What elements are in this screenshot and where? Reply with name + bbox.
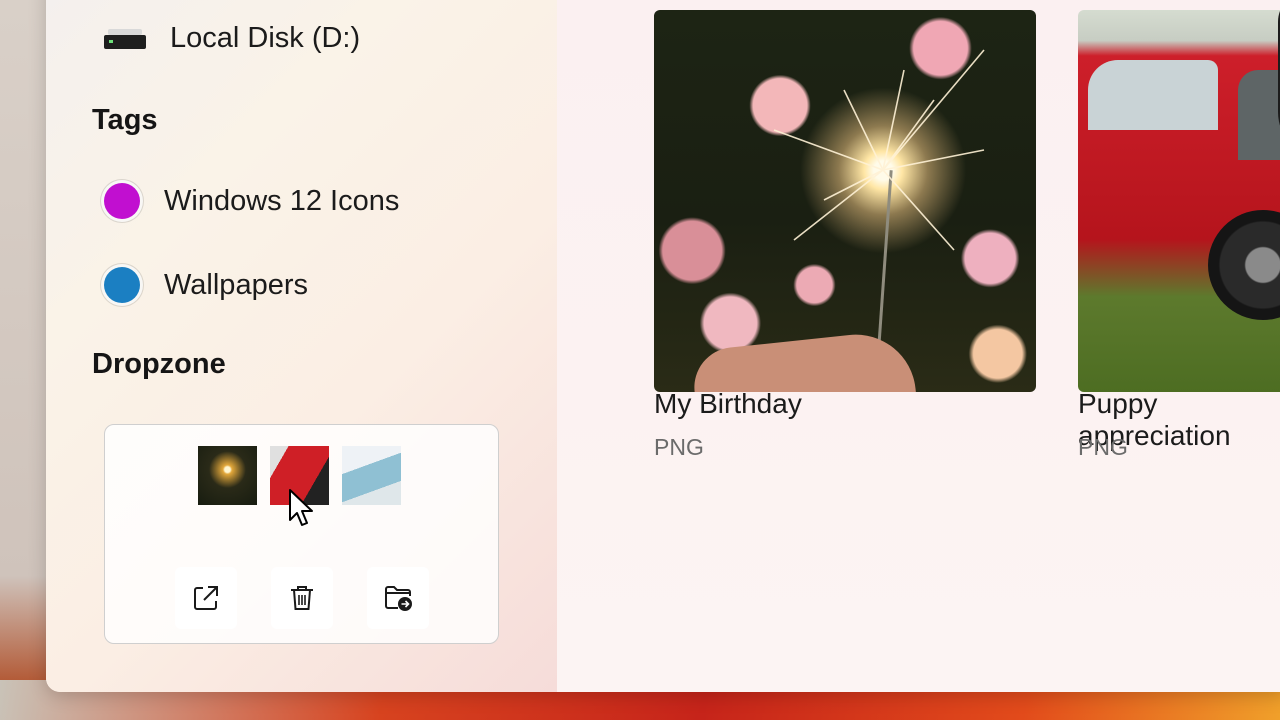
file-explorer-window: Local Disk (D:) Tags Windows 12 Icons Wa… (46, 0, 1280, 692)
drive-icon (104, 28, 146, 49)
dropzone-thumbnail-birthday[interactable] (198, 446, 257, 505)
tag-color-icon (104, 183, 140, 219)
dropzone-thumbnail-mask[interactable] (342, 446, 401, 505)
move-to-folder-icon (385, 586, 412, 611)
tag-label: Wallpapers (164, 268, 308, 301)
delete-button[interactable] (271, 567, 333, 629)
tag-label: Windows 12 Icons (164, 184, 400, 217)
file-name[interactable]: My Birthday (654, 388, 802, 420)
open-button[interactable] (175, 567, 237, 629)
file-thumbnail-my-birthday[interactable] (654, 10, 1036, 392)
tags-heading: Tags (92, 104, 158, 136)
trash-icon (291, 586, 313, 610)
move-to-folder-button[interactable] (367, 567, 429, 629)
mouse-cursor-icon (289, 489, 313, 526)
sidebar-item-local-disk[interactable]: Local Disk (D:) (104, 22, 360, 55)
sidebar-tag-wallpapers[interactable]: Wallpapers (104, 267, 308, 303)
file-grid: My Birthday PNG Puppy appreciation PNG (557, 0, 1280, 692)
tag-color-icon (104, 267, 140, 303)
dropzone[interactable] (104, 424, 499, 644)
sidebar-item-label: Local Disk (D:) (170, 22, 361, 54)
dropzone-heading: Dropzone (92, 348, 226, 380)
open-external-icon (194, 586, 218, 610)
file-type: PNG (1078, 434, 1128, 460)
sidebar: Local Disk (D:) Tags Windows 12 Icons Wa… (46, 0, 557, 692)
file-thumbnail-puppy-appreciation[interactable] (1078, 10, 1280, 392)
file-type: PNG (654, 434, 704, 460)
sidebar-tag-windows-12-icons[interactable]: Windows 12 Icons (104, 183, 399, 219)
